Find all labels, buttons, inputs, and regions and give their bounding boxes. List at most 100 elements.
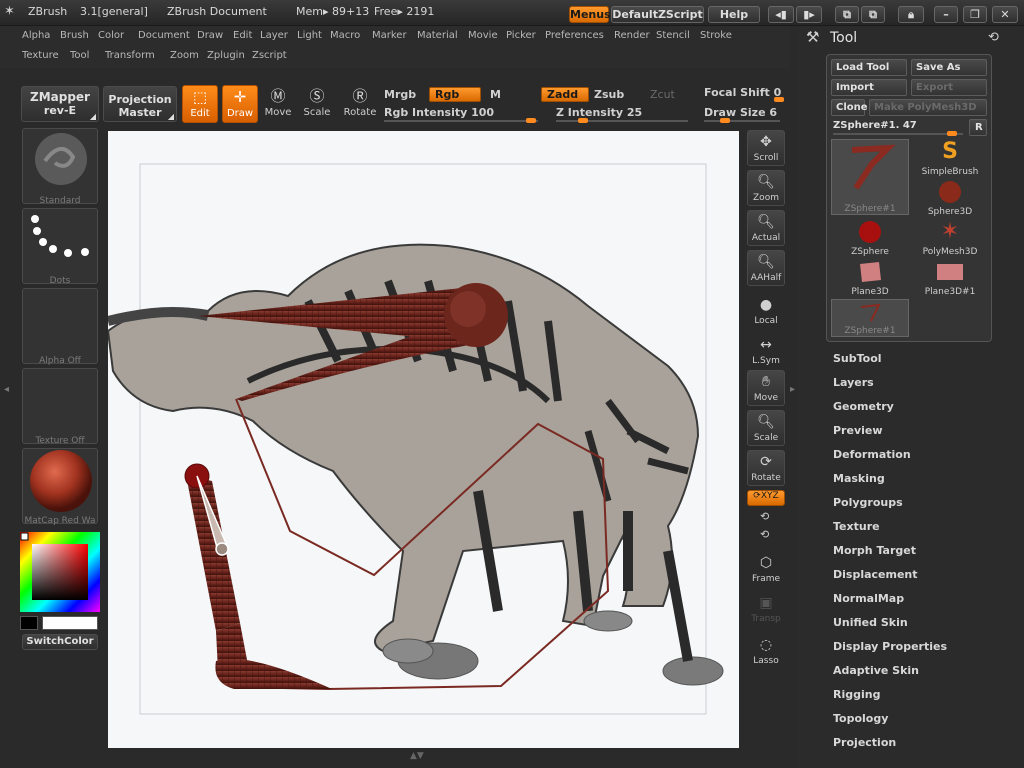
export-button[interactable]: Export xyxy=(911,79,987,96)
z-intensity-slider-label[interactable]: Z Intensity 25 xyxy=(556,106,642,119)
bottom-shelf-toggle-icon[interactable]: ▲▼ xyxy=(410,751,424,761)
menu-zscript[interactable]: Zscript xyxy=(252,50,287,61)
menu-color[interactable]: Color xyxy=(98,30,124,41)
minimize-button[interactable]: – xyxy=(934,6,958,23)
transp-button[interactable]: ▣ Transp xyxy=(747,592,785,628)
actual-button[interactable]: 🔍︎ Actual xyxy=(747,210,785,246)
current-tool-track[interactable] xyxy=(833,133,963,135)
menu-light[interactable]: Light xyxy=(297,30,322,41)
frame-button[interactable]: ⬡ Frame xyxy=(747,552,785,588)
subpalette-displacement[interactable]: Displacement xyxy=(833,568,918,581)
zsphere-selection-handle[interactable] xyxy=(215,542,229,556)
rgb-intensity-knob[interactable] xyxy=(526,118,536,123)
subpalette-texture[interactable]: Texture xyxy=(833,520,880,533)
menu-tool[interactable]: Tool xyxy=(70,50,89,61)
zoom-button[interactable]: 🔍︎ Zoom xyxy=(747,170,785,206)
menu-texture[interactable]: Texture xyxy=(22,50,59,61)
tool-thumb-plane3d-1[interactable]: Plane3D#1 xyxy=(911,259,989,297)
draw-size-knob[interactable] xyxy=(720,118,730,123)
scroll-left-button[interactable]: ◂▮ xyxy=(768,6,794,23)
menu-document[interactable]: Document xyxy=(138,30,190,41)
secondary-color-swatch[interactable] xyxy=(20,616,38,630)
subpalette-geometry[interactable]: Geometry xyxy=(833,400,894,413)
menu-movie[interactable]: Movie xyxy=(468,30,498,41)
menu-draw[interactable]: Draw xyxy=(197,30,223,41)
current-tool-slider-label[interactable]: ZSphere#1. 47 xyxy=(833,120,917,131)
mrgb-button[interactable]: Mrgb xyxy=(384,88,416,101)
subpalette-deformation[interactable]: Deformation xyxy=(833,448,911,461)
scroll-right-button[interactable]: ▮▸ xyxy=(796,6,822,23)
scale-view-button[interactable]: 🔍︎ Scale xyxy=(747,410,785,446)
subpalette-topology[interactable]: Topology xyxy=(833,712,888,725)
right-tray-arrow-icon[interactable]: ▸ xyxy=(790,384,795,395)
m-button[interactable]: M xyxy=(490,88,501,101)
clone-button[interactable]: Clone xyxy=(831,99,868,116)
tool-thumb-zsphere-active[interactable]: ZSphere#1 xyxy=(831,139,909,215)
lasso-button[interactable]: ◌ Lasso xyxy=(747,634,785,670)
texture-slot[interactable] xyxy=(22,368,98,444)
default-zscript-button[interactable]: DefaultZScript xyxy=(611,6,704,23)
r-button[interactable]: R xyxy=(969,119,987,136)
alpha-slot[interactable] xyxy=(22,288,98,364)
rgb-intensity-slider-label[interactable]: Rgb Intensity 100 xyxy=(384,106,494,119)
local-button[interactable]: ● Local xyxy=(747,294,785,330)
focal-shift-slider-label[interactable]: Focal Shift 0 xyxy=(704,86,781,99)
rotate-button[interactable]: Ⓡ Rotate xyxy=(342,85,378,123)
left-tray-arrow-icon[interactable]: ◂ xyxy=(4,384,9,395)
color-picker[interactable] xyxy=(20,532,100,612)
subpalette-masking[interactable]: Masking xyxy=(833,472,885,485)
menu-picker[interactable]: Picker xyxy=(506,30,536,41)
menu-material[interactable]: Material xyxy=(417,30,458,41)
rotate-view-button[interactable]: ⟳ Rotate xyxy=(747,450,785,486)
tool-thumb-polymesh3d[interactable]: ✶ PolyMesh3D xyxy=(911,219,989,258)
save-as-button[interactable]: Save As xyxy=(911,59,987,76)
menus-button[interactable]: Menus xyxy=(569,6,611,23)
menu-zoom[interactable]: Zoom xyxy=(170,50,199,61)
layout-2-button[interactable]: ⧉ xyxy=(861,6,885,23)
tool-thumb-simplebrush[interactable]: S SimpleBrush xyxy=(911,139,989,178)
subpalette-preview[interactable]: Preview xyxy=(833,424,883,437)
projection-master-button[interactable]: Projection Master ◢ xyxy=(103,86,177,122)
import-button[interactable]: Import xyxy=(831,79,907,96)
menu-brush[interactable]: Brush xyxy=(60,30,89,41)
menu-transform[interactable]: Transform xyxy=(105,50,155,61)
subpalette-projection[interactable]: Projection xyxy=(833,736,896,749)
subpalette-adaptive-skin[interactable]: Adaptive Skin xyxy=(833,664,919,677)
subpalette-display-properties[interactable]: Display Properties xyxy=(833,640,947,653)
zsub-button[interactable]: Zsub xyxy=(594,88,624,101)
subpalette-polygroups[interactable]: Polygroups xyxy=(833,496,903,509)
brush-slot[interactable] xyxy=(22,128,98,204)
subpalette-unified-skin[interactable]: Unified Skin xyxy=(833,616,908,629)
draw-button[interactable]: ✛ Draw xyxy=(222,85,258,123)
zcut-button[interactable]: Zcut xyxy=(650,88,675,101)
make-polymesh-button[interactable]: Make PolyMesh3D xyxy=(869,99,987,116)
rgb-button[interactable]: Rgb xyxy=(429,87,481,102)
subpalette-morph-target[interactable]: Morph Target xyxy=(833,544,916,557)
document-canvas[interactable] xyxy=(106,131,739,748)
zadd-button[interactable]: Zadd xyxy=(541,87,589,102)
load-tool-button[interactable]: Load Tool xyxy=(831,59,907,76)
tool-thumb-zsphere-1[interactable]: ZSphere#1 xyxy=(831,299,909,337)
menu-edit[interactable]: Edit xyxy=(233,30,252,41)
menu-macro[interactable]: Macro xyxy=(330,30,360,41)
menu-zplugin[interactable]: Zplugin xyxy=(207,50,245,61)
close-button[interactable]: ✕ xyxy=(992,6,1018,23)
move-view-button[interactable]: ✋︎ Move xyxy=(747,370,785,406)
material-slot[interactable] xyxy=(22,448,98,524)
menu-stroke[interactable]: Stroke xyxy=(700,30,732,41)
aahalf-button[interactable]: 🔍︎ AAHalf xyxy=(747,250,785,286)
xyz-button[interactable]: ⟳XYZ xyxy=(747,490,785,506)
maximize-button[interactable]: ❐ xyxy=(963,6,987,23)
z-intensity-track[interactable] xyxy=(556,120,688,122)
tool-thumb-sphere3d[interactable]: Sphere3D xyxy=(911,179,989,217)
tool-thumb-plane3d[interactable]: Plane3D xyxy=(831,259,909,297)
menu-stencil[interactable]: Stencil xyxy=(656,30,690,41)
current-tool-knob[interactable] xyxy=(947,131,957,136)
y-rotate-icon[interactable]: ⟲ xyxy=(760,510,769,523)
subpalette-subtool[interactable]: SubTool xyxy=(833,352,882,365)
focal-shift-knob[interactable] xyxy=(774,97,784,102)
scroll-button[interactable]: ✥ Scroll xyxy=(747,130,785,166)
subpalette-layers[interactable]: Layers xyxy=(833,376,874,389)
menu-render[interactable]: Render xyxy=(614,30,650,41)
stroke-slot[interactable] xyxy=(22,208,98,284)
